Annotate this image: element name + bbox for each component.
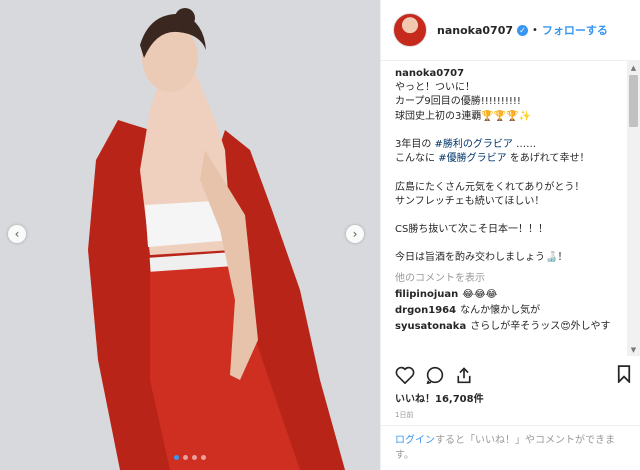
caption-fragment: 3年目の (395, 138, 435, 150)
caption-line: カープ9回目の優勝!!!!!!!!!! (395, 95, 627, 109)
comment-username[interactable]: drgon1964 (395, 305, 456, 316)
caption-line: こんなに #優勝グラビア をあげれて幸せ！ (395, 152, 627, 166)
caption-fragment: CS勝ち抜いて次こそ日本一！！！ (395, 224, 549, 236)
comment-list: nanoka0707 やっと！ついに！ カープ9回目の優勝!!!!!!!!!! 球団… (381, 61, 627, 356)
comment-row: drgon1964 なんか懐かし気が (395, 304, 627, 318)
carousel-dot (201, 455, 206, 460)
caption-line: 今日は旨酒を酌み交わしましょう🍶！ (395, 251, 627, 265)
post-header: nanoka0707 ✓ • フォローする (381, 0, 640, 61)
caption-fragment: カープ9回目の優勝!!!!!!!!!! (395, 96, 521, 108)
comment-username[interactable]: filipinojuan (395, 289, 458, 300)
caption-line: 球団史上初の3連覇🏆🏆🏆✨ (395, 110, 627, 124)
hashtag-link[interactable]: #優勝グラビア (438, 153, 506, 164)
caption-fragment: をあげれて幸せ！ (506, 153, 590, 165)
scroll-thumb[interactable] (629, 75, 638, 127)
scroll-up-arrow-icon[interactable]: ▲ (627, 61, 640, 74)
follow-button[interactable]: フォローする (542, 22, 608, 38)
header-separator: • (532, 24, 538, 36)
caption-fragment: 今日は旨酒を酌み交わしましょう🍶！ (395, 252, 568, 264)
verified-icon: ✓ (517, 24, 528, 36)
caption-username[interactable]: nanoka0707 (395, 67, 627, 81)
caption-line: 3年目の #勝利のグラビア …… (395, 138, 627, 152)
comment-text: なんか懐かし気が (460, 305, 541, 316)
caption-fragment: …… (512, 138, 537, 150)
caption-line: 広島にたくさん元気をくれてありがとう！ (395, 181, 627, 195)
caption-fragment: 広島にたくさん元気をくれてありがとう！ (395, 181, 585, 193)
avatar[interactable] (393, 13, 427, 47)
share-icon[interactable] (455, 366, 473, 384)
comment-row: filipinojuan 😂😂😂 (395, 288, 627, 302)
caption-line (395, 209, 627, 223)
comments: filipinojuan 😂😂😂 drgon1964 なんか懐かし気が syusaton… (395, 288, 627, 335)
comment-row: syusatonaka さらしが辛そうッス😍外しやす (395, 320, 627, 334)
login-prompt: ログインすると「いいね！」やコメントができます。 (381, 425, 640, 470)
comment-icon[interactable] (425, 366, 445, 384)
caption-fragment: やっと！ついに！ (395, 82, 475, 94)
caption-line: CS勝ち抜いて次こそ日本一！！！ (395, 223, 627, 237)
caption-fragment: 球団史上初の3連覇🏆🏆🏆✨ (395, 110, 532, 122)
carousel-prev-button[interactable]: ‹ (8, 225, 26, 243)
comment-username[interactable]: syusatonaka (395, 321, 466, 332)
caption-line (395, 166, 627, 180)
action-bar (395, 360, 631, 390)
bookmark-icon[interactable] (617, 365, 631, 383)
carousel-dot (183, 455, 188, 460)
like-count[interactable]: いいね！16,708件 (395, 390, 484, 405)
comment-text: 😂😂😂 (462, 288, 498, 300)
login-link[interactable]: ログイン (395, 435, 435, 446)
caption-fragment: こんなに (395, 153, 439, 165)
post-timestamp: 1日前 (395, 411, 414, 419)
view-more-comments-link[interactable]: 他のコメントを表示 (395, 272, 627, 286)
hashtag-link[interactable]: #勝利のグラビア (435, 139, 513, 150)
comment-scrollbar[interactable]: ▲ ▼ (627, 61, 640, 356)
carousel-next-button[interactable]: › (346, 225, 364, 243)
carousel-indicator (0, 455, 380, 460)
scroll-down-arrow-icon[interactable]: ▼ (627, 343, 640, 356)
caption-fragment: サンフレッチェも続いてほしい！ (395, 195, 545, 207)
heart-icon[interactable] (395, 366, 415, 384)
post-media[interactable]: ‹ › (0, 0, 380, 470)
caption-line: サンフレッチェも続いてほしい！ (395, 195, 627, 209)
caption-text: やっと！ついに！ カープ9回目の優勝!!!!!!!!!! 球団史上初の3連覇🏆🏆🏆✨… (395, 81, 627, 265)
post-side-panel: nanoka0707 ✓ • フォローする nanoka0707 やっと！ついに… (380, 0, 640, 470)
header-username[interactable]: nanoka0707 (437, 24, 513, 37)
carousel-dot (174, 455, 179, 460)
caption-line: やっと！ついに！ (395, 81, 627, 95)
caption-line (395, 237, 627, 251)
photo-illustration (0, 0, 380, 470)
comment-text: さらしが辛そうッス😍外しやす (470, 321, 611, 333)
carousel-dot (192, 455, 197, 460)
caption-line (395, 124, 627, 138)
